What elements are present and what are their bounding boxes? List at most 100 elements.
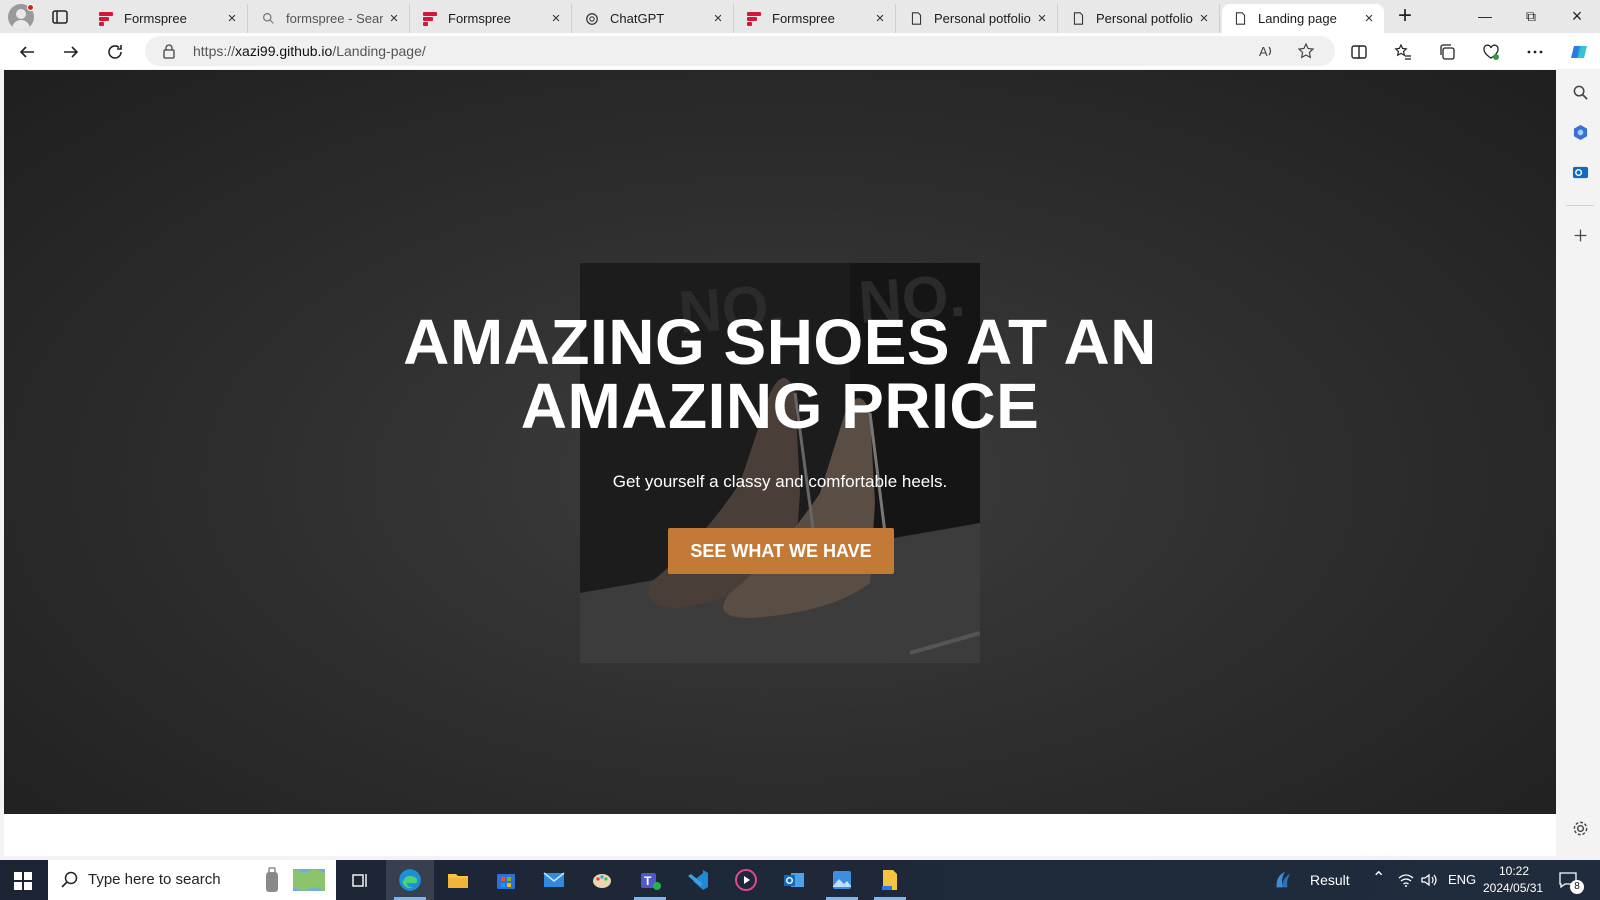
tab-formspree-1[interactable]: Formspree × xyxy=(88,4,248,33)
minimize-button[interactable]: — xyxy=(1462,0,1508,33)
sidebar-add-icon[interactable] xyxy=(1570,225,1590,245)
split-screen-icon xyxy=(1351,45,1367,59)
forward-button[interactable] xyxy=(58,39,84,65)
read-aloud-icon[interactable]: A xyxy=(1257,42,1275,60)
tab-portfolio-2[interactable]: Personal potfolio × xyxy=(1060,4,1220,33)
close-window-button[interactable]: × xyxy=(1554,0,1600,33)
windows-taskbar: Type here to search T Result ⌃ ENG 10:22… xyxy=(0,860,1600,900)
tab-title: Formspree xyxy=(124,11,187,26)
chevron-up-icon[interactable]: ⌃ xyxy=(1372,868,1385,888)
page-icon xyxy=(908,11,924,27)
search-icon xyxy=(260,11,276,27)
page-bottom-area xyxy=(4,814,1556,856)
close-tab-icon[interactable]: × xyxy=(549,11,563,26)
microsoft-store-icon[interactable] xyxy=(482,860,530,900)
screen: Formspree × formspree - Search × Formspr… xyxy=(0,0,1600,900)
navigation-bar: https://xazi99.github.io/Landing-page/ A xyxy=(0,33,1600,69)
collections-icon xyxy=(1440,44,1455,60)
favorites-button[interactable] xyxy=(1390,39,1416,65)
close-tab-icon[interactable]: × xyxy=(387,11,401,26)
page-viewport: NO. NO. AMAZING SHOES AT AN AMAZING PRIC… xyxy=(4,70,1556,814)
hero-section: AMAZING SHOES AT AN AMAZING PRICE Get yo… xyxy=(4,70,1556,814)
photos-icon[interactable] xyxy=(818,860,866,900)
outlook-taskbar-icon[interactable] xyxy=(770,860,818,900)
tab-actions-icon[interactable] xyxy=(50,7,70,27)
tab-formspree-2[interactable]: Formspree × xyxy=(412,4,572,33)
language-indicator[interactable]: ENG xyxy=(1448,872,1476,887)
formspree-icon xyxy=(746,11,762,27)
favorite-star-icon[interactable] xyxy=(1297,42,1315,60)
tab-formspree-search[interactable]: formspree - Search × xyxy=(250,4,410,33)
luggage-icon[interactable] xyxy=(262,866,282,894)
url-text[interactable]: https://xazi99.github.io/Landing-page/ xyxy=(193,43,426,59)
split-screen-button[interactable] xyxy=(1346,39,1372,65)
new-tab-button[interactable]: + xyxy=(1393,4,1417,29)
clock-time[interactable]: 10:22 xyxy=(1499,864,1529,878)
svg-text:A: A xyxy=(1259,44,1268,59)
windows-start-icon[interactable] xyxy=(14,872,32,890)
mail-icon[interactable] xyxy=(530,860,578,900)
sidebar-outlook-icon[interactable] xyxy=(1570,162,1590,182)
refresh-icon xyxy=(108,45,122,59)
hero-title: AMAZING SHOES AT AN AMAZING PRICE xyxy=(280,310,1280,438)
weather-label[interactable]: Result xyxy=(1310,872,1350,888)
file-explorer-icon[interactable] xyxy=(434,860,482,900)
profile-notification-dot xyxy=(27,4,34,11)
edge-taskbar-icon[interactable] xyxy=(386,860,434,900)
favorites-icon xyxy=(1394,43,1411,60)
tab-title: ChatGPT xyxy=(610,11,665,26)
browser-essentials-button[interactable] xyxy=(1478,39,1504,65)
close-tab-icon[interactable]: × xyxy=(711,11,725,26)
page-icon xyxy=(1070,11,1086,27)
notification-badge: 8 xyxy=(1570,880,1584,894)
formspree-icon xyxy=(98,11,114,27)
sidebar-search-icon[interactable] xyxy=(1570,82,1590,102)
collections-button[interactable] xyxy=(1434,39,1460,65)
tab-chatgpt[interactable]: ChatGPT × xyxy=(574,4,734,33)
sticky-file-icon[interactable] xyxy=(866,860,914,900)
tab-title: Landing page xyxy=(1258,11,1337,26)
close-tab-icon[interactable]: × xyxy=(1035,11,1049,26)
sidebar-office-icon[interactable] xyxy=(1570,122,1590,142)
restore-button[interactable]: ⧉ xyxy=(1508,0,1554,33)
close-tab-icon[interactable]: × xyxy=(225,11,239,26)
teams-icon[interactable]: T xyxy=(626,860,674,900)
network-icon[interactable] xyxy=(1398,872,1414,888)
copilot-button[interactable] xyxy=(1566,39,1592,65)
hero-title-line-1: AMAZING SHOES AT AN xyxy=(403,306,1157,378)
more-icon xyxy=(1527,50,1543,54)
search-icon xyxy=(61,871,78,888)
tab-title: Formspree xyxy=(448,11,511,26)
close-tab-icon[interactable]: × xyxy=(1362,11,1376,26)
task-view-icon[interactable] xyxy=(336,860,384,900)
sidebar-settings-gear-icon[interactable] xyxy=(1570,818,1590,838)
back-button[interactable] xyxy=(14,39,40,65)
search-placeholder: Type here to search xyxy=(88,871,221,888)
volume-icon[interactable] xyxy=(1420,872,1438,888)
page-icon xyxy=(1232,11,1248,27)
media-player-icon[interactable] xyxy=(722,860,770,900)
url-host: xazi99.github.io xyxy=(235,43,333,59)
settings-more-button[interactable] xyxy=(1522,39,1548,65)
lock-icon[interactable] xyxy=(162,43,176,59)
sidebar-divider xyxy=(1566,205,1594,206)
edge-sidebar xyxy=(1560,70,1600,856)
address-bar[interactable]: https://xazi99.github.io/Landing-page/ A xyxy=(145,36,1335,66)
weather-icon[interactable] xyxy=(1268,860,1298,900)
hero-title-line-2: AMAZING PRICE xyxy=(520,370,1040,442)
arrow-left-icon xyxy=(19,46,34,58)
refresh-button[interactable] xyxy=(102,39,128,65)
paint-icon[interactable] xyxy=(578,860,626,900)
tab-landing-page[interactable]: Landing page × xyxy=(1222,4,1384,33)
see-what-we-have-button[interactable]: SEE WHAT WE HAVE xyxy=(668,528,894,574)
hero-subtitle: Get yourself a classy and comfortable he… xyxy=(612,472,948,491)
map-widget-icon[interactable] xyxy=(292,866,326,894)
taskbar-search-box[interactable]: Type here to search xyxy=(48,860,336,900)
clock-date[interactable]: 2024/05/31 xyxy=(1483,881,1543,895)
vscode-icon[interactable] xyxy=(674,860,722,900)
close-tab-icon[interactable]: × xyxy=(873,11,887,26)
close-tab-icon[interactable]: × xyxy=(1197,11,1211,26)
tab-portfolio-1[interactable]: Personal potfolio × xyxy=(898,4,1058,33)
formspree-icon xyxy=(422,11,438,27)
tab-formspree-3[interactable]: Formspree × xyxy=(736,4,896,33)
